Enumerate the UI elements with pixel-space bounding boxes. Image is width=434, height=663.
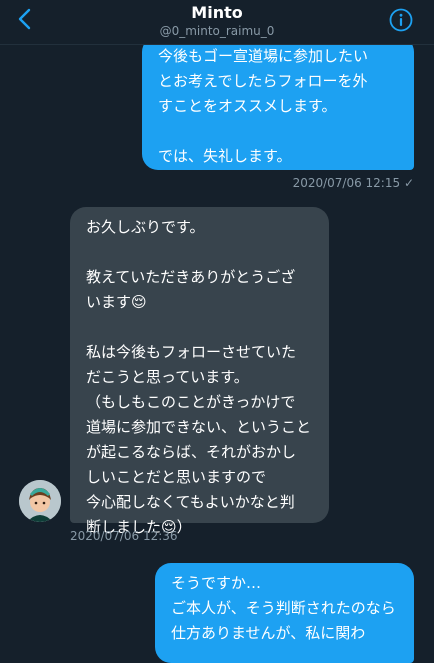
sent-message-bubble[interactable]: 今後もゴー宣道場に参加したい とお考えでしたらフォローを外 すことをオススメしま…	[142, 36, 414, 170]
avatar[interactable]	[19, 480, 61, 522]
conversation-header: Minto @0_minto_raimu_0	[0, 0, 434, 45]
info-icon[interactable]	[389, 8, 413, 32]
avatar-image	[19, 480, 61, 522]
received-message-bubble[interactable]: お久しぶりです。 教えていただきありがとうござ います😌 私は今後もフォローさせ…	[70, 207, 329, 536]
message-timestamp: 2020/07/06 12:36	[70, 529, 178, 543]
message-timestamp: 2020/07/06 12:15 ✓	[292, 176, 414, 190]
conversation-handle: @0_minto_raimu_0	[159, 24, 275, 38]
conversation-title-block[interactable]: Minto @0_minto_raimu_0	[0, 3, 434, 39]
sent-message-bubble[interactable]: そうですか… ご本人が、そう判断されたのなら仕方ありませんが、私に関わ	[155, 563, 414, 663]
conversation-title: Minto	[191, 3, 243, 22]
